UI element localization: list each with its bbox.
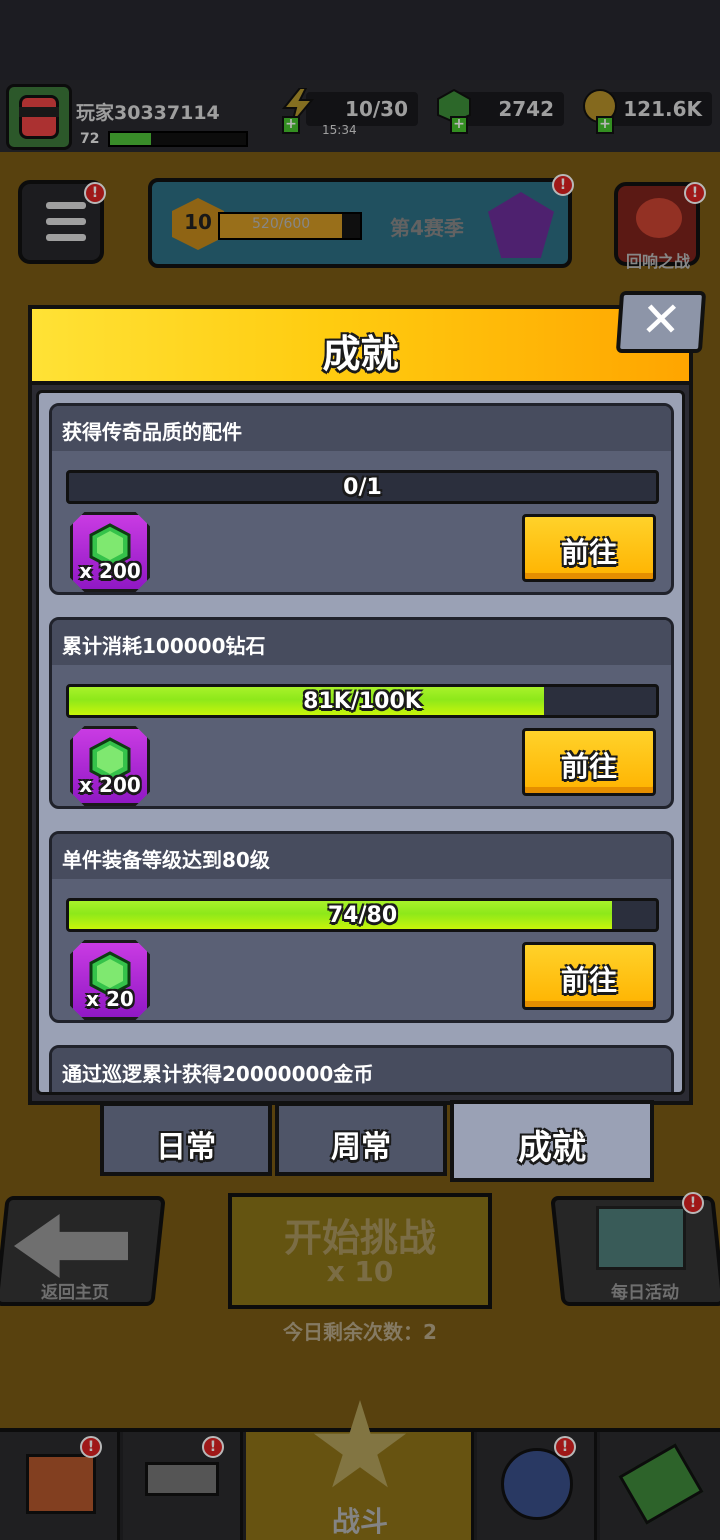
reward-item[interactable]: x 200 — [70, 726, 150, 806]
card-header: 累计消耗100000钻石 — [52, 620, 671, 665]
tab-weekly[interactable]: 周常 — [275, 1102, 447, 1176]
achievement-progress-bar: 0/1 — [66, 470, 659, 504]
reward-quantity: x 200 — [79, 559, 141, 583]
card-header: 通过巡逻累计获得20000000金币 — [52, 1048, 671, 1092]
go-button-label: 前往 — [560, 750, 617, 783]
card-header: 单件装备等级达到80级 — [52, 834, 671, 879]
achievement-card: 单件装备等级达到80级 74/80 x 20 前往 — [49, 831, 674, 1023]
tab-label: 成就 — [518, 1128, 586, 1168]
close-button[interactable]: ✕ — [615, 291, 707, 353]
achievement-card: 通过巡逻累计获得20000000金币 — [49, 1045, 674, 1092]
dialog-header: 成就 — [32, 309, 689, 385]
reward-quantity: x 200 — [79, 773, 141, 797]
progress-text: 74/80 — [327, 903, 398, 928]
progress-text: 81K/100K — [303, 689, 422, 714]
achievement-card: 获得传奇品质的配件 0/1 x 200 前往 — [49, 403, 674, 595]
go-button[interactable]: 前往 — [522, 514, 656, 582]
go-button-label: 前往 — [560, 536, 617, 569]
go-button-label: 前往 — [560, 964, 617, 997]
go-button[interactable]: 前往 — [522, 728, 656, 796]
tab-daily[interactable]: 日常 — [100, 1102, 272, 1176]
dialog-title: 成就 — [322, 332, 399, 376]
achievement-title: 累计消耗100000钻石 — [62, 634, 266, 658]
tab-label: 日常 — [156, 1130, 216, 1165]
reward-item[interactable]: x 200 — [70, 512, 150, 592]
status-bar-area — [0, 0, 720, 80]
achievement-title: 单件装备等级达到80级 — [62, 848, 270, 872]
achievement-card: 累计消耗100000钻石 81K/100K x 200 前往 — [49, 617, 674, 809]
tab-label: 周常 — [331, 1130, 391, 1165]
achievement-list[interactable]: 获得传奇品质的配件 0/1 x 200 前往 累计消耗100000钻石 81K/… — [36, 390, 685, 1095]
achievement-title: 获得传奇品质的配件 — [62, 420, 242, 444]
reward-item[interactable]: x 20 — [70, 940, 150, 1020]
tab-achievements[interactable]: 成就 — [450, 1100, 654, 1182]
go-button[interactable]: 前往 — [522, 942, 656, 1010]
progress-text: 0/1 — [343, 475, 382, 500]
achievement-progress-bar: 74/80 — [66, 898, 659, 932]
close-icon: ✕ — [639, 292, 684, 348]
card-header: 获得传奇品质的配件 — [52, 406, 671, 451]
achievement-progress-bar: 81K/100K — [66, 684, 659, 718]
achievement-title: 通过巡逻累计获得20000000金币 — [62, 1062, 374, 1086]
reward-quantity: x 20 — [86, 987, 134, 1011]
achievement-dialog: 成就 获得传奇品质的配件 0/1 x 200 前往 累计消耗100000钻石 8… — [28, 305, 693, 1105]
